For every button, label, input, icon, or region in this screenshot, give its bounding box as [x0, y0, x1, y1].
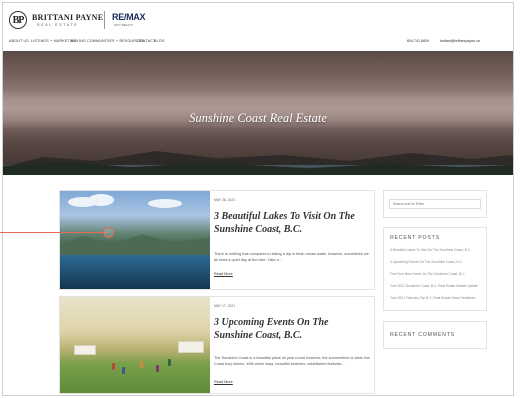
- nav-item-listings-marketing[interactable]: LISTINGS + MARKETING: [31, 39, 77, 43]
- post-thumbnail[interactable]: [60, 191, 210, 289]
- nav-item-contact[interactable]: CONTACT: [137, 39, 156, 43]
- header-phone[interactable]: 604.741.8809: [407, 39, 429, 43]
- post-excerpt: There is nothing that compares to taking…: [214, 252, 369, 262]
- post-thumbnail[interactable]: [60, 297, 210, 393]
- hero-banner: Sunshine Coast Real Estate: [3, 51, 513, 175]
- post-excerpt: The Sunshine Coast is a beautiful place …: [214, 356, 370, 366]
- annotation-pointer-line: [0, 232, 108, 234]
- post-date: MAY 17, 2021: [214, 304, 236, 308]
- annotation-pointer-ring: [103, 227, 114, 238]
- recent-post-link[interactable]: Find Your New Home On The Sunshine Coast…: [390, 272, 484, 276]
- recent-posts-title: RECENT POSTS: [390, 235, 440, 241]
- recent-comments-title: RECENT COMMENTS: [390, 332, 455, 338]
- recent-post-link[interactable]: 3 Upcoming Events On The Sunshine Coast,…: [390, 260, 484, 264]
- remax-subtitle: CITY REALTY: [114, 23, 134, 27]
- search-input[interactable]: [389, 199, 481, 209]
- post-date: MAY 26, 2021: [214, 198, 236, 202]
- blog-post-card: MAY 26, 2021 3 Beautiful Lakes To Visit …: [59, 190, 375, 290]
- post-body: MAY 26, 2021 3 Beautiful Lakes To Visit …: [214, 191, 370, 289]
- nav-item-communities-resources[interactable]: COMMUNITIES + RESOURCES: [87, 39, 144, 43]
- brand-subtitle: REAL ESTATE: [37, 23, 79, 27]
- remax-logo[interactable]: RE/MAX: [112, 12, 146, 22]
- post-title[interactable]: 3 Beautiful Lakes To Visit On The Sunshi…: [214, 210, 369, 236]
- read-more-link[interactable]: Read More: [214, 380, 233, 384]
- read-more-link[interactable]: Read More: [214, 272, 233, 276]
- nav-item-blog[interactable]: BLOG: [154, 39, 165, 43]
- nav-item-buying[interactable]: BUYING: [71, 39, 86, 43]
- search-widget: [383, 190, 487, 218]
- brand-logo-mark[interactable]: BP: [9, 11, 27, 29]
- blog-post-card: MAY 17, 2021 3 Upcoming Events On The Su…: [59, 296, 375, 394]
- brand-name[interactable]: BRITTANI PAYNE: [32, 13, 103, 22]
- browser-viewport: BP BRITTANI PAYNE REAL ESTATE RE/MAX CIT…: [2, 2, 514, 396]
- recent-posts-widget: RECENT POSTS 3 Beautiful Lakes To Visit …: [383, 227, 487, 311]
- nav-item-about-us[interactable]: ABOUT US: [9, 39, 29, 43]
- recent-post-link[interactable]: Your 2021 Sunshine Coast, B.C. Real Esta…: [390, 284, 484, 288]
- main-navigation: ABOUT US LISTINGS + MARKETING BUYING COM…: [3, 39, 513, 49]
- post-body: MAY 17, 2021 3 Upcoming Events On The Su…: [214, 297, 370, 393]
- logo-divider: [104, 11, 105, 29]
- post-title[interactable]: 3 Upcoming Events On The Sunshine Coast,…: [214, 316, 369, 342]
- recent-post-link[interactable]: 3 Beautiful Lakes To Visit On The Sunshi…: [390, 248, 484, 252]
- recent-post-link[interactable]: Your 2021 February Top B.C. Real Estate …: [390, 296, 484, 300]
- hero-title: Sunshine Coast Real Estate: [189, 111, 327, 125]
- recent-comments-widget: RECENT COMMENTS: [383, 321, 487, 349]
- header-email[interactable]: brittani@brittanipayne.ca: [440, 39, 480, 43]
- site-header: BP BRITTANI PAYNE REAL ESTATE RE/MAX CIT…: [3, 3, 513, 37]
